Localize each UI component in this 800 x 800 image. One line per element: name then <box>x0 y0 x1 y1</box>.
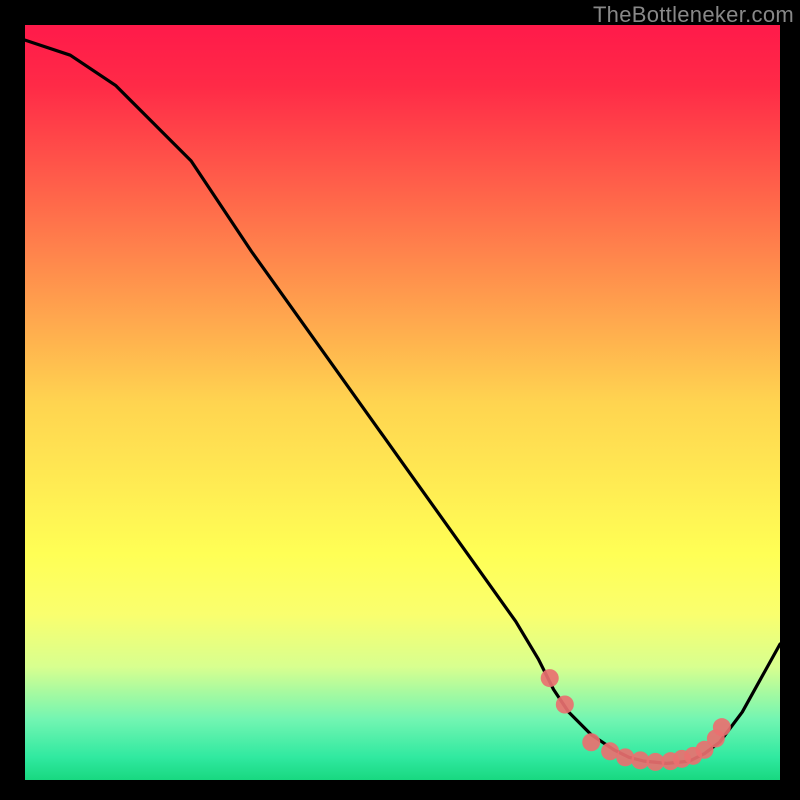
highlight-dot <box>582 733 600 751</box>
chart-container: TheBottleneker.com <box>0 0 800 800</box>
gradient-background <box>25 25 780 780</box>
highlight-dot <box>616 748 634 766</box>
highlight-dot <box>556 696 574 714</box>
highlight-dot <box>541 669 559 687</box>
highlight-dot <box>713 718 731 736</box>
plot-area <box>25 25 780 780</box>
chart-svg <box>25 25 780 780</box>
